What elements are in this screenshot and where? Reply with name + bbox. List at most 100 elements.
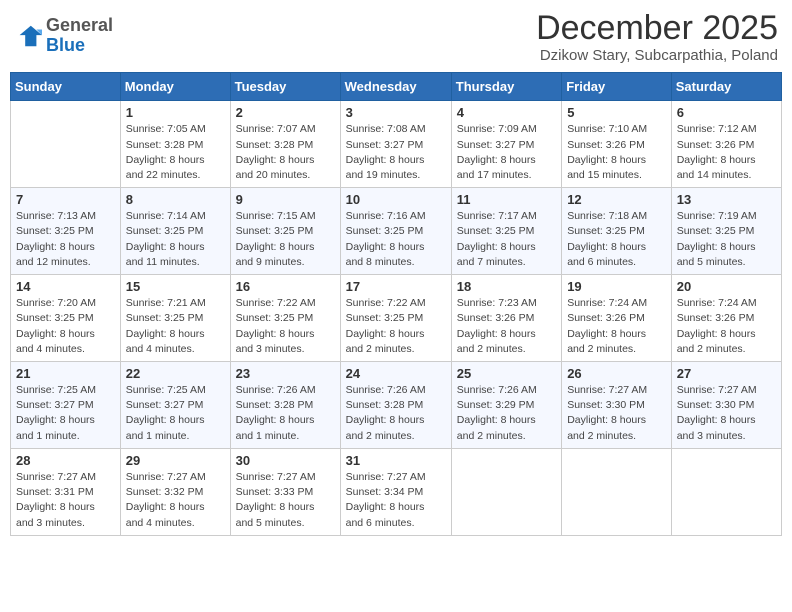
day-info: Sunrise: 7:27 AMSunset: 3:32 PMDaylight:… bbox=[126, 470, 225, 531]
day-info: Sunrise: 7:27 AMSunset: 3:31 PMDaylight:… bbox=[16, 470, 115, 531]
day-info: Sunrise: 7:27 AMSunset: 3:30 PMDaylight:… bbox=[677, 383, 776, 444]
day-number: 13 bbox=[677, 192, 776, 207]
day-info: Sunrise: 7:20 AMSunset: 3:25 PMDaylight:… bbox=[16, 296, 115, 357]
day-info: Sunrise: 7:27 AMSunset: 3:34 PMDaylight:… bbox=[346, 470, 446, 531]
day-number: 23 bbox=[236, 366, 335, 381]
title-block: December 2025 Dzikow Stary, Subcarpathia… bbox=[536, 10, 778, 64]
day-number: 5 bbox=[567, 105, 666, 120]
day-number: 18 bbox=[457, 279, 556, 294]
calendar-cell: 27Sunrise: 7:27 AMSunset: 3:30 PMDayligh… bbox=[671, 362, 781, 449]
day-info: Sunrise: 7:24 AMSunset: 3:26 PMDaylight:… bbox=[567, 296, 666, 357]
day-header-friday: Friday bbox=[562, 73, 672, 101]
day-info: Sunrise: 7:27 AMSunset: 3:30 PMDaylight:… bbox=[567, 383, 666, 444]
day-info: Sunrise: 7:10 AMSunset: 3:26 PMDaylight:… bbox=[567, 122, 666, 183]
day-info: Sunrise: 7:05 AMSunset: 3:28 PMDaylight:… bbox=[126, 122, 225, 183]
day-info: Sunrise: 7:15 AMSunset: 3:25 PMDaylight:… bbox=[236, 209, 335, 270]
month-year-title: December 2025 bbox=[536, 10, 778, 47]
day-number: 22 bbox=[126, 366, 225, 381]
calendar-cell: 31 Sunrise: 7:27 AMSunset: 3:34 PMDayligh… bbox=[340, 448, 451, 535]
day-number: 3 bbox=[346, 105, 446, 120]
calendar-header-row: SundayMondayTuesdayWednesdayThursdayFrid… bbox=[11, 73, 782, 101]
logo: General Blue bbox=[14, 16, 113, 56]
day-number: 4 bbox=[457, 105, 556, 120]
day-header-saturday: Saturday bbox=[671, 73, 781, 101]
calendar-week-row: 28 Sunrise: 7:27 AMSunset: 3:31 PMDayligh… bbox=[11, 448, 782, 535]
day-info: Sunrise: 7:27 AMSunset: 3:33 PMDaylight:… bbox=[236, 470, 335, 531]
calendar-cell: 7Sunrise: 7:13 AMSunset: 3:25 PMDaylight… bbox=[11, 188, 121, 275]
calendar-cell: 24 Sunrise: 7:26 AMSunset: 3:28 PMDayligh… bbox=[340, 362, 451, 449]
day-header-wednesday: Wednesday bbox=[340, 73, 451, 101]
day-info: Sunrise: 7:17 AMSunset: 3:25 PMDaylight:… bbox=[457, 209, 556, 270]
calendar-cell bbox=[671, 448, 781, 535]
day-info: Sunrise: 7:25 AMSunset: 3:27 PMDaylight:… bbox=[16, 383, 115, 444]
calendar-week-row: 1 Sunrise: 7:05 AMSunset: 3:28 PMDaylight… bbox=[11, 101, 782, 188]
day-info: Sunrise: 7:22 AMSunset: 3:25 PMDaylight:… bbox=[236, 296, 335, 357]
day-number: 28 bbox=[16, 453, 115, 468]
day-info: Sunrise: 7:13 AMSunset: 3:25 PMDaylight:… bbox=[16, 209, 115, 270]
day-info: Sunrise: 7:12 AMSunset: 3:26 PMDaylight:… bbox=[677, 122, 776, 183]
calendar-cell: 12Sunrise: 7:18 AMSunset: 3:25 PMDayligh… bbox=[562, 188, 672, 275]
day-info: Sunrise: 7:21 AMSunset: 3:25 PMDaylight:… bbox=[126, 296, 225, 357]
day-info: Sunrise: 7:26 AMSunset: 3:28 PMDaylight:… bbox=[346, 383, 446, 444]
calendar-cell: 1 Sunrise: 7:05 AMSunset: 3:28 PMDaylight… bbox=[120, 101, 230, 188]
calendar-cell: 25 Sunrise: 7:26 AMSunset: 3:29 PMDayligh… bbox=[451, 362, 561, 449]
calendar-cell: 3 Sunrise: 7:08 AMSunset: 3:27 PMDaylight… bbox=[340, 101, 451, 188]
logo-text: General Blue bbox=[46, 16, 113, 56]
logo-blue: Blue bbox=[46, 36, 113, 56]
day-number: 12 bbox=[567, 192, 666, 207]
calendar-cell: 15 Sunrise: 7:21 AMSunset: 3:25 PMDayligh… bbox=[120, 275, 230, 362]
calendar-week-row: 7Sunrise: 7:13 AMSunset: 3:25 PMDaylight… bbox=[11, 188, 782, 275]
calendar-cell bbox=[562, 448, 672, 535]
day-number: 29 bbox=[126, 453, 225, 468]
day-info: Sunrise: 7:07 AMSunset: 3:28 PMDaylight:… bbox=[236, 122, 335, 183]
day-number: 6 bbox=[677, 105, 776, 120]
logo-icon bbox=[14, 22, 42, 50]
calendar-cell: 13 Sunrise: 7:19 AMSunset: 3:25 PMDayligh… bbox=[671, 188, 781, 275]
calendar-cell: 23Sunrise: 7:26 AMSunset: 3:28 PMDayligh… bbox=[230, 362, 340, 449]
day-number: 26 bbox=[567, 366, 666, 381]
calendar-cell: 5 Sunrise: 7:10 AMSunset: 3:26 PMDaylight… bbox=[562, 101, 672, 188]
calendar-cell: 22 Sunrise: 7:25 AMSunset: 3:27 PMDayligh… bbox=[120, 362, 230, 449]
calendar-cell: 11Sunrise: 7:17 AMSunset: 3:25 PMDayligh… bbox=[451, 188, 561, 275]
day-info: Sunrise: 7:25 AMSunset: 3:27 PMDaylight:… bbox=[126, 383, 225, 444]
calendar-cell: 10Sunrise: 7:16 AMSunset: 3:25 PMDayligh… bbox=[340, 188, 451, 275]
day-header-thursday: Thursday bbox=[451, 73, 561, 101]
calendar-cell: 20 Sunrise: 7:24 AMSunset: 3:26 PMDayligh… bbox=[671, 275, 781, 362]
day-number: 14 bbox=[16, 279, 115, 294]
calendar-cell: 14 Sunrise: 7:20 AMSunset: 3:25 PMDayligh… bbox=[11, 275, 121, 362]
calendar-week-row: 14 Sunrise: 7:20 AMSunset: 3:25 PMDayligh… bbox=[11, 275, 782, 362]
calendar-cell: 26 Sunrise: 7:27 AMSunset: 3:30 PMDayligh… bbox=[562, 362, 672, 449]
day-info: Sunrise: 7:08 AMSunset: 3:27 PMDaylight:… bbox=[346, 122, 446, 183]
day-header-sunday: Sunday bbox=[11, 73, 121, 101]
day-number: 19 bbox=[567, 279, 666, 294]
day-info: Sunrise: 7:24 AMSunset: 3:26 PMDaylight:… bbox=[677, 296, 776, 357]
calendar-cell bbox=[451, 448, 561, 535]
calendar-cell: 16 Sunrise: 7:22 AMSunset: 3:25 PMDayligh… bbox=[230, 275, 340, 362]
calendar-cell: 21 Sunrise: 7:25 AMSunset: 3:27 PMDayligh… bbox=[11, 362, 121, 449]
day-info: Sunrise: 7:22 AMSunset: 3:25 PMDaylight:… bbox=[346, 296, 446, 357]
day-number: 16 bbox=[236, 279, 335, 294]
day-number: 15 bbox=[126, 279, 225, 294]
day-number: 1 bbox=[126, 105, 225, 120]
calendar-cell: 9Sunrise: 7:15 AMSunset: 3:25 PMDaylight… bbox=[230, 188, 340, 275]
day-number: 25 bbox=[457, 366, 556, 381]
day-info: Sunrise: 7:19 AMSunset: 3:25 PMDaylight:… bbox=[677, 209, 776, 270]
calendar-cell: 4Sunrise: 7:09 AMSunset: 3:27 PMDaylight… bbox=[451, 101, 561, 188]
day-number: 10 bbox=[346, 192, 446, 207]
day-header-monday: Monday bbox=[120, 73, 230, 101]
day-number: 17 bbox=[346, 279, 446, 294]
day-info: Sunrise: 7:23 AMSunset: 3:26 PMDaylight:… bbox=[457, 296, 556, 357]
page-header: General Blue December 2025 Dzikow Stary,… bbox=[10, 10, 782, 64]
day-number: 24 bbox=[346, 366, 446, 381]
day-number: 8 bbox=[126, 192, 225, 207]
calendar-cell: 6 Sunrise: 7:12 AMSunset: 3:26 PMDaylight… bbox=[671, 101, 781, 188]
calendar-week-row: 21 Sunrise: 7:25 AMSunset: 3:27 PMDayligh… bbox=[11, 362, 782, 449]
calendar-cell: 28 Sunrise: 7:27 AMSunset: 3:31 PMDayligh… bbox=[11, 448, 121, 535]
day-number: 20 bbox=[677, 279, 776, 294]
calendar-cell bbox=[11, 101, 121, 188]
day-number: 31 bbox=[346, 453, 446, 468]
day-info: Sunrise: 7:26 AMSunset: 3:29 PMDaylight:… bbox=[457, 383, 556, 444]
day-number: 21 bbox=[16, 366, 115, 381]
calendar-cell: 18 Sunrise: 7:23 AMSunset: 3:26 PMDayligh… bbox=[451, 275, 561, 362]
calendar-cell: 29 Sunrise: 7:27 AMSunset: 3:32 PMDayligh… bbox=[120, 448, 230, 535]
